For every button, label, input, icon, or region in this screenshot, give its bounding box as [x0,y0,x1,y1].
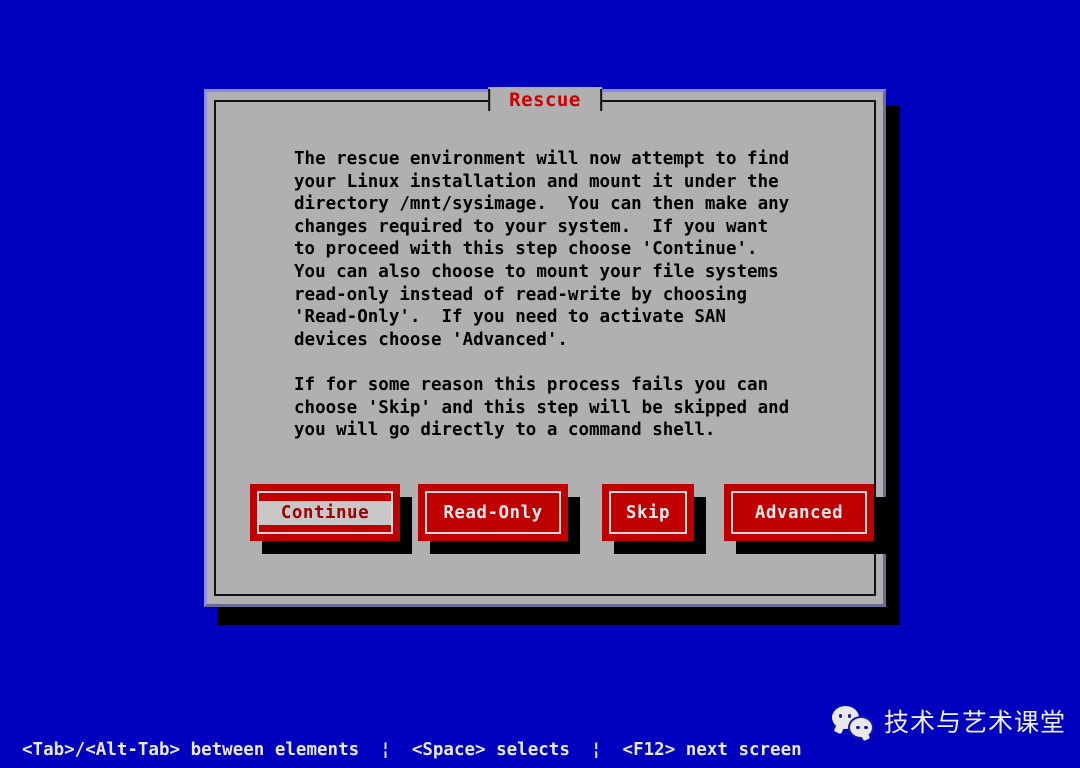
status-bar: <Tab>/<Alt-Tab> between elements ¦ <Spac… [0,737,1080,763]
watermark: 技术与艺术课堂 [831,706,1066,740]
dialog-title: Rescue [509,89,581,111]
button-slot-continue: Continue [250,484,412,574]
wechat-icon [831,706,874,740]
watermark-label: 技术与艺术课堂 [883,708,1066,737]
rescue-dialog: Rescue The rescue environment will now a… [204,87,886,607]
advanced-button[interactable]: Advanced [724,484,874,541]
wechat-bubble-small [847,716,874,739]
read-only-button[interactable]: Read-Only [418,484,568,541]
message-paragraph-1: The rescue environment will now attempt … [294,149,790,350]
continue-button-border: Continue [257,491,393,534]
continue-button-label: Continue [259,500,391,525]
wechat-dot-4 [864,725,868,729]
dialog-message-body: The rescue environment will now attempt … [294,148,834,442]
skip-button-border: Skip [609,491,687,534]
skip-button[interactable]: Skip [602,484,694,541]
read-only-button-label: Read-Only [443,502,543,523]
terminal-screen: Rescue The rescue environment will now a… [0,0,1080,768]
dialog-title-cap: Rescue [488,87,602,113]
dialog-title-bar: Rescue [216,87,874,113]
dialog-button-row: Continue Read-Only Skip Advanced [250,484,886,579]
dialog-inner-frame: Rescue The rescue environment will now a… [214,87,886,596]
continue-button[interactable]: Continue [250,484,400,541]
title-separator-left [488,89,491,111]
button-slot-skip: Skip [602,484,706,574]
title-separator-right [599,89,602,111]
button-slot-advanced: Advanced [724,484,886,574]
message-paragraph-2: If for some reason this process fails yo… [294,374,790,441]
wechat-dot-3 [856,725,860,729]
button-slot-read-only: Read-Only [418,484,580,574]
advanced-button-border: Advanced [731,491,867,534]
advanced-button-label: Advanced [754,502,844,523]
status-bar-hints: <Tab>/<Alt-Tab> between elements ¦ <Spac… [22,740,802,760]
skip-button-label: Skip [625,502,671,523]
read-only-button-border: Read-Only [425,491,561,534]
